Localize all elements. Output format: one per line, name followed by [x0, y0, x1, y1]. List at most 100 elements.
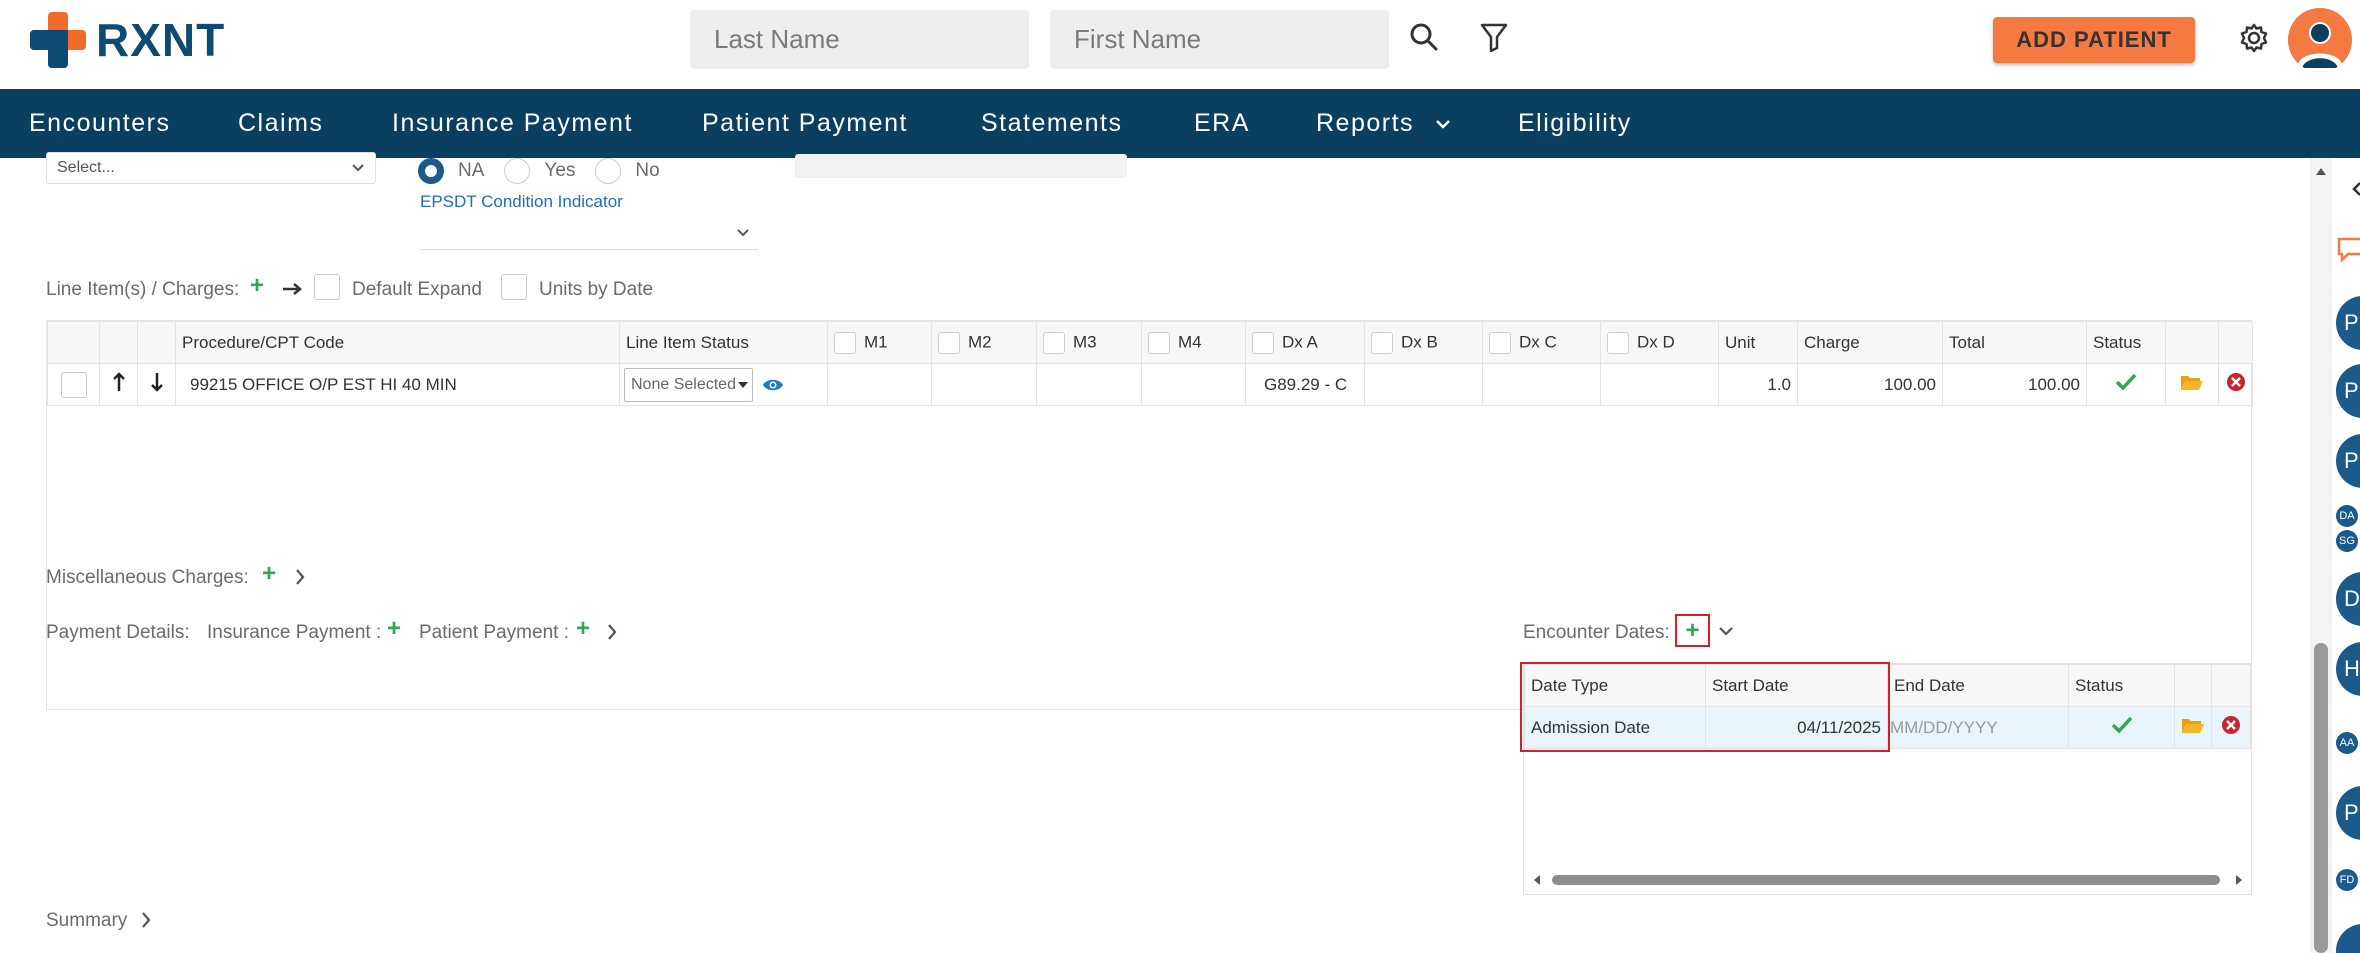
nav-statements[interactable]: Statements: [981, 89, 1122, 158]
collapse-arrow-icon[interactable]: [2352, 182, 2360, 196]
first-name-input[interactable]: [1050, 10, 1389, 69]
select-dropdown[interactable]: Select...: [46, 152, 376, 184]
chevron-down-icon[interactable]: [1718, 625, 1734, 637]
unit-cell[interactable]: 1.0: [1718, 363, 1798, 406]
horizontal-scrollbar[interactable]: [1532, 872, 2244, 888]
chat-icon[interactable]: [2336, 236, 2360, 262]
add-insurance-payment-icon[interactable]: +: [387, 615, 401, 643]
m1-cell[interactable]: [827, 363, 932, 406]
add-patient-button[interactable]: ADD PATIENT: [1993, 17, 2195, 63]
add-patient-payment-icon[interactable]: +: [576, 615, 590, 643]
units-by-date-label: Units by Date: [539, 279, 654, 300]
scrollbar-thumb[interactable]: [1552, 875, 2220, 885]
col-status: Status: [2068, 664, 2175, 707]
row-checkbox[interactable]: [60, 371, 87, 398]
rail-avatar[interactable]: P: [2336, 364, 2360, 418]
delete-icon[interactable]: [2211, 706, 2251, 749]
radio-yes[interactable]: Yes: [504, 158, 575, 184]
rail-avatar[interactable]: DA: [2336, 572, 2360, 626]
charge-cell[interactable]: 100.00: [1797, 363, 1943, 406]
col-dx-a[interactable]: Dx A: [1245, 321, 1365, 364]
col-m4[interactable]: M4: [1141, 321, 1246, 364]
rail-avatar[interactable]: HS: [2336, 642, 2360, 696]
chevron-right-icon[interactable]: [294, 568, 306, 586]
rail-avatar[interactable]: P: [2336, 296, 2360, 350]
filter-icon[interactable]: [1475, 18, 1513, 56]
radio-group: NA Yes No: [418, 154, 660, 188]
m4-cell[interactable]: [1141, 363, 1246, 406]
rail-small-avatar[interactable]: AA: [2336, 732, 2358, 754]
move-down-icon[interactable]: [137, 363, 176, 406]
nav-insurance-payment[interactable]: Insurance Payment: [392, 89, 633, 158]
rail-avatar[interactable]: P: [2336, 434, 2360, 488]
nav-encounters[interactable]: Encounters: [29, 89, 170, 158]
scroll-right-icon[interactable]: [2234, 874, 2244, 886]
col-dx-c[interactable]: Dx C: [1482, 321, 1601, 364]
dx-d-checkbox[interactable]: [1607, 331, 1629, 354]
arrow-right-icon[interactable]: [282, 282, 304, 296]
rail-avatar[interactable]: P: [2336, 786, 2360, 840]
move-up-icon[interactable]: [99, 363, 138, 406]
m4-checkbox[interactable]: [1148, 331, 1170, 354]
dx-a-checkbox[interactable]: [1252, 331, 1274, 354]
m2-checkbox[interactable]: [938, 331, 960, 354]
rail-small-avatar[interactable]: FD: [2336, 869, 2358, 891]
nav-reports-label: Reports: [1316, 109, 1415, 137]
chevron-right-icon[interactable]: [140, 911, 152, 929]
m1-checkbox[interactable]: [834, 331, 856, 354]
folder-icon[interactable]: [2165, 363, 2219, 406]
col-m2[interactable]: M2: [931, 321, 1037, 364]
radio-na[interactable]: NA: [418, 158, 484, 184]
add-encounter-date-button[interactable]: +: [1675, 614, 1710, 647]
rxnt-logo[interactable]: RXNT: [30, 12, 225, 68]
scroll-up-icon[interactable]: [2315, 166, 2327, 176]
default-expand-checkbox[interactable]: [314, 274, 340, 300]
add-misc-charge-icon[interactable]: +: [262, 560, 276, 588]
start-date-cell[interactable]: 04/11/2025: [1705, 706, 1888, 749]
caret-down-icon: [737, 381, 748, 388]
col-end-date: End Date: [1887, 664, 2069, 707]
m2-cell[interactable]: [931, 363, 1037, 406]
m3-checkbox[interactable]: [1043, 331, 1065, 354]
dx-b-cell[interactable]: [1364, 363, 1483, 406]
col-dx-d[interactable]: Dx D: [1600, 321, 1719, 364]
nav-reports[interactable]: Reports: [1316, 89, 1451, 158]
text-field[interactable]: [795, 154, 1127, 178]
dx-b-checkbox[interactable]: [1371, 331, 1393, 354]
vertical-scrollbar[interactable]: [2310, 158, 2332, 953]
last-name-input[interactable]: [690, 10, 1029, 69]
col-folder: [2174, 664, 2212, 707]
line-item-status-select[interactable]: None Selected: [624, 367, 753, 402]
col-dx-b[interactable]: Dx B: [1364, 321, 1483, 364]
radio-no[interactable]: No: [595, 158, 660, 184]
dx-c-cell[interactable]: [1482, 363, 1601, 406]
delete-icon[interactable]: [2218, 363, 2253, 406]
dx-d-cell[interactable]: [1600, 363, 1719, 406]
rail-small-avatar[interactable]: SG: [2336, 530, 2358, 552]
rail-avatar[interactable]: [2336, 924, 2360, 953]
dx-a-cell[interactable]: G89.29 - C: [1245, 363, 1365, 406]
user-avatar-icon[interactable]: [2288, 8, 2352, 72]
col-m3[interactable]: M3: [1036, 321, 1142, 364]
gear-icon[interactable]: [2234, 18, 2274, 58]
procedure-cell[interactable]: 99215 OFFICE O/P EST HI 40 MIN: [175, 363, 620, 406]
end-date-cell[interactable]: MM/DD/YYYY: [1887, 706, 2069, 749]
eye-icon[interactable]: [762, 377, 784, 393]
folder-icon[interactable]: [2174, 706, 2212, 749]
scroll-left-icon[interactable]: [1532, 874, 1542, 886]
date-type-cell[interactable]: Admission Date: [1524, 706, 1706, 749]
units-by-date-checkbox[interactable]: [501, 274, 527, 300]
dx-c-checkbox[interactable]: [1489, 331, 1511, 354]
epsdt-select[interactable]: [420, 216, 758, 250]
nav-era[interactable]: ERA: [1194, 89, 1250, 158]
m3-cell[interactable]: [1036, 363, 1142, 406]
nav-claims[interactable]: Claims: [238, 89, 323, 158]
nav-patient-payment[interactable]: Patient Payment: [702, 89, 908, 158]
rail-small-avatar[interactable]: DA: [2336, 505, 2358, 527]
nav-eligibility[interactable]: Eligibility: [1518, 89, 1632, 158]
scrollbar-thumb[interactable]: [2314, 643, 2328, 953]
add-line-item-icon[interactable]: +: [250, 272, 264, 300]
col-m1[interactable]: M1: [827, 321, 932, 364]
chevron-right-icon[interactable]: [606, 623, 618, 641]
search-icon[interactable]: [1405, 18, 1443, 56]
